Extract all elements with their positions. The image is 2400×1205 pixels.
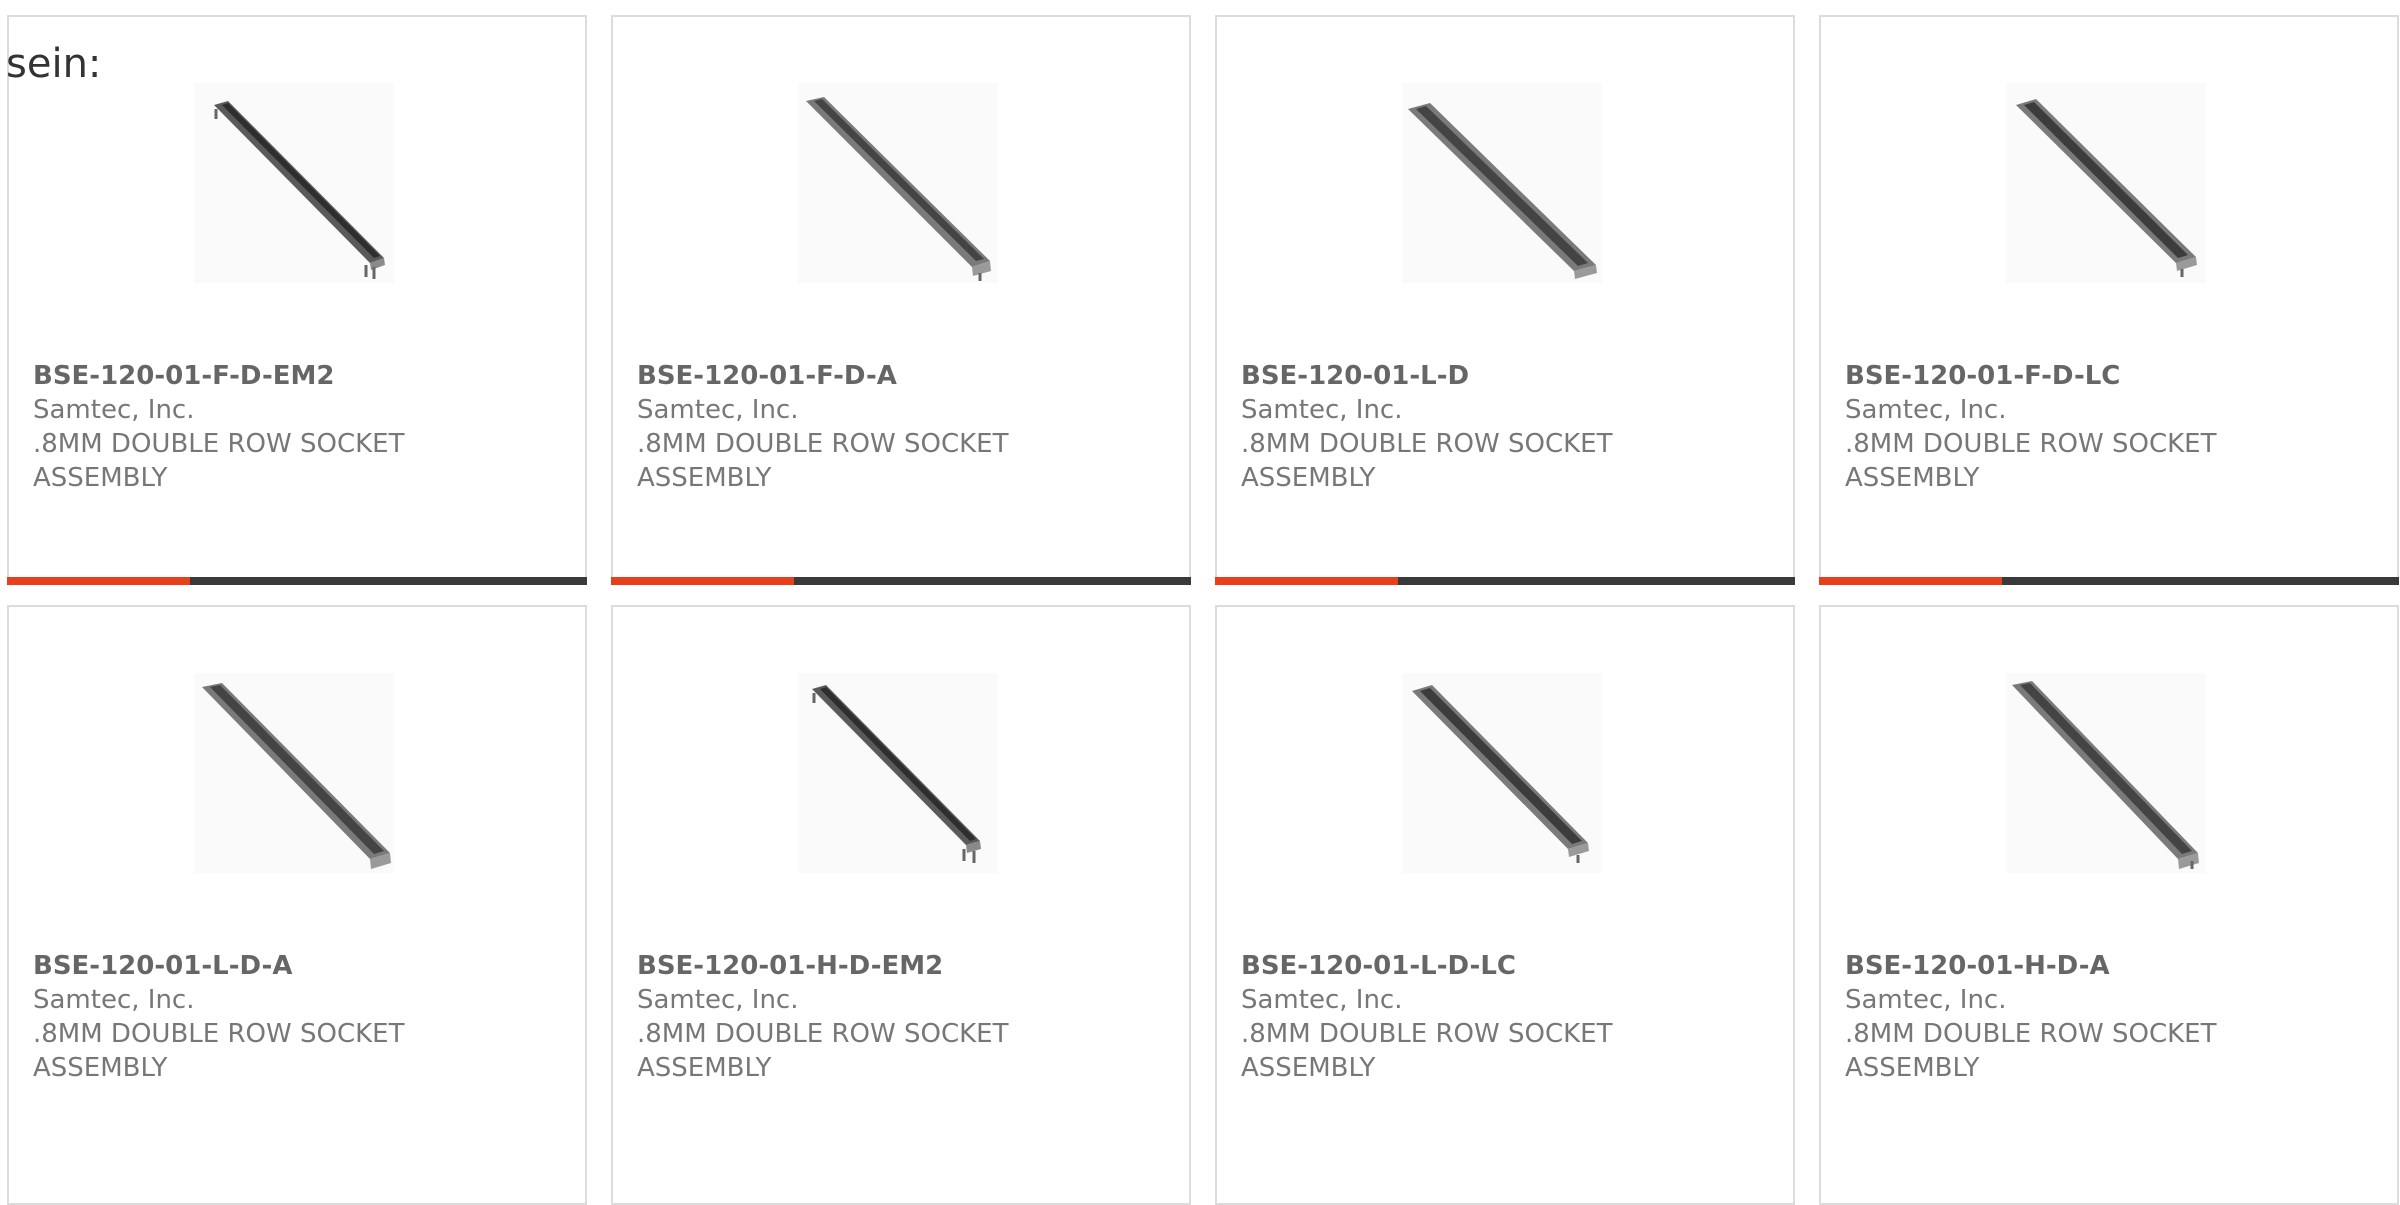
part-number[interactable]: BSE-120-01-F-D-EM2 xyxy=(33,359,561,393)
product-image[interactable] xyxy=(1402,83,1602,283)
description: .8MM DOUBLE ROW SOCKET ASSEMBLY xyxy=(33,1019,405,1083)
manufacturer: Samtec, Inc. xyxy=(637,985,799,1015)
description: .8MM DOUBLE ROW SOCKET ASSEMBLY xyxy=(1241,429,1613,493)
card-bottom-bar xyxy=(1215,577,1795,585)
product-info: BSE-120-01-H-D-A Samtec, Inc. .8MM DOUBL… xyxy=(1845,949,2373,1085)
description: .8MM DOUBLE ROW SOCKET ASSEMBLY xyxy=(33,429,405,493)
product-card[interactable]: BSE-120-01-L-D-A Samtec, Inc. .8MM DOUBL… xyxy=(7,605,587,1205)
socket-connector-image xyxy=(1412,685,1589,863)
part-number[interactable]: BSE-120-01-H-D-A xyxy=(1845,949,2373,983)
product-image[interactable] xyxy=(798,673,998,873)
socket-connector-image xyxy=(214,101,385,279)
product-info: BSE-120-01-L-D-LC Samtec, Inc. .8MM DOUB… xyxy=(1241,949,1769,1085)
manufacturer: Samtec, Inc. xyxy=(33,985,195,1015)
card-bottom-bar xyxy=(7,577,587,585)
product-image[interactable] xyxy=(1402,673,1602,873)
product-grid: BSE-120-01-F-D-EM2 Samtec, Inc. .8MM DOU… xyxy=(7,15,2400,1205)
socket-connector-image xyxy=(2016,99,2197,277)
manufacturer: Samtec, Inc. xyxy=(1241,395,1403,425)
part-number[interactable]: BSE-120-01-L-D xyxy=(1241,359,1769,393)
product-card[interactable]: BSE-120-01-F-D-A Samtec, Inc. .8MM DOUBL… xyxy=(611,15,1191,585)
product-info: BSE-120-01-F-D-LC Samtec, Inc. .8MM DOUB… xyxy=(1845,359,2373,495)
part-number[interactable]: BSE-120-01-L-D-A xyxy=(33,949,561,983)
part-number[interactable]: BSE-120-01-F-D-A xyxy=(637,359,1165,393)
product-info: BSE-120-01-F-D-A Samtec, Inc. .8MM DOUBL… xyxy=(637,359,1165,495)
product-image[interactable] xyxy=(194,673,394,873)
card-accent-bar xyxy=(611,577,794,585)
description: .8MM DOUBLE ROW SOCKET ASSEMBLY xyxy=(637,1019,1009,1083)
manufacturer: Samtec, Inc. xyxy=(1241,985,1403,1015)
manufacturer: Samtec, Inc. xyxy=(1845,395,2007,425)
product-info: BSE-120-01-L-D-A Samtec, Inc. .8MM DOUBL… xyxy=(33,949,561,1085)
product-image[interactable] xyxy=(194,83,394,283)
intro-text: sein: xyxy=(6,41,102,87)
manufacturer: Samtec, Inc. xyxy=(33,395,195,425)
description: .8MM DOUBLE ROW SOCKET ASSEMBLY xyxy=(1241,1019,1613,1083)
part-number[interactable]: BSE-120-01-F-D-LC xyxy=(1845,359,2373,393)
product-card[interactable]: BSE-120-01-H-D-A Samtec, Inc. .8MM DOUBL… xyxy=(1819,605,2399,1205)
product-card[interactable]: BSE-120-01-H-D-EM2 Samtec, Inc. .8MM DOU… xyxy=(611,605,1191,1205)
product-image[interactable] xyxy=(2006,673,2206,873)
card-accent-bar xyxy=(1215,577,1398,585)
card-bottom-bar xyxy=(1819,577,2399,585)
description: .8MM DOUBLE ROW SOCKET ASSEMBLY xyxy=(637,429,1009,493)
product-card[interactable]: BSE-120-01-L-D Samtec, Inc. .8MM DOUBLE … xyxy=(1215,15,1795,585)
description: .8MM DOUBLE ROW SOCKET ASSEMBLY xyxy=(1845,429,2217,493)
product-image[interactable] xyxy=(2006,83,2206,283)
product-image[interactable] xyxy=(798,83,998,283)
product-card[interactable]: BSE-120-01-F-D-EM2 Samtec, Inc. .8MM DOU… xyxy=(7,15,587,585)
card-accent-bar xyxy=(1819,577,2002,585)
description: .8MM DOUBLE ROW SOCKET ASSEMBLY xyxy=(1845,1019,2217,1083)
product-card[interactable]: BSE-120-01-L-D-LC Samtec, Inc. .8MM DOUB… xyxy=(1215,605,1795,1205)
socket-connector-image xyxy=(812,685,981,863)
part-number[interactable]: BSE-120-01-L-D-LC xyxy=(1241,949,1769,983)
socket-connector-image xyxy=(202,683,391,869)
product-info: BSE-120-01-H-D-EM2 Samtec, Inc. .8MM DOU… xyxy=(637,949,1165,1085)
product-card[interactable]: BSE-120-01-F-D-LC Samtec, Inc. .8MM DOUB… xyxy=(1819,15,2399,585)
socket-connector-image xyxy=(2012,681,2199,869)
product-info: BSE-120-01-L-D Samtec, Inc. .8MM DOUBLE … xyxy=(1241,359,1769,495)
manufacturer: Samtec, Inc. xyxy=(1845,985,2007,1015)
socket-connector-image xyxy=(1408,103,1597,279)
card-bottom-bar xyxy=(611,577,1191,585)
part-number[interactable]: BSE-120-01-H-D-EM2 xyxy=(637,949,1165,983)
socket-connector-image xyxy=(806,97,991,281)
card-accent-bar xyxy=(7,577,190,585)
product-info: BSE-120-01-F-D-EM2 Samtec, Inc. .8MM DOU… xyxy=(33,359,561,495)
manufacturer: Samtec, Inc. xyxy=(637,395,799,425)
